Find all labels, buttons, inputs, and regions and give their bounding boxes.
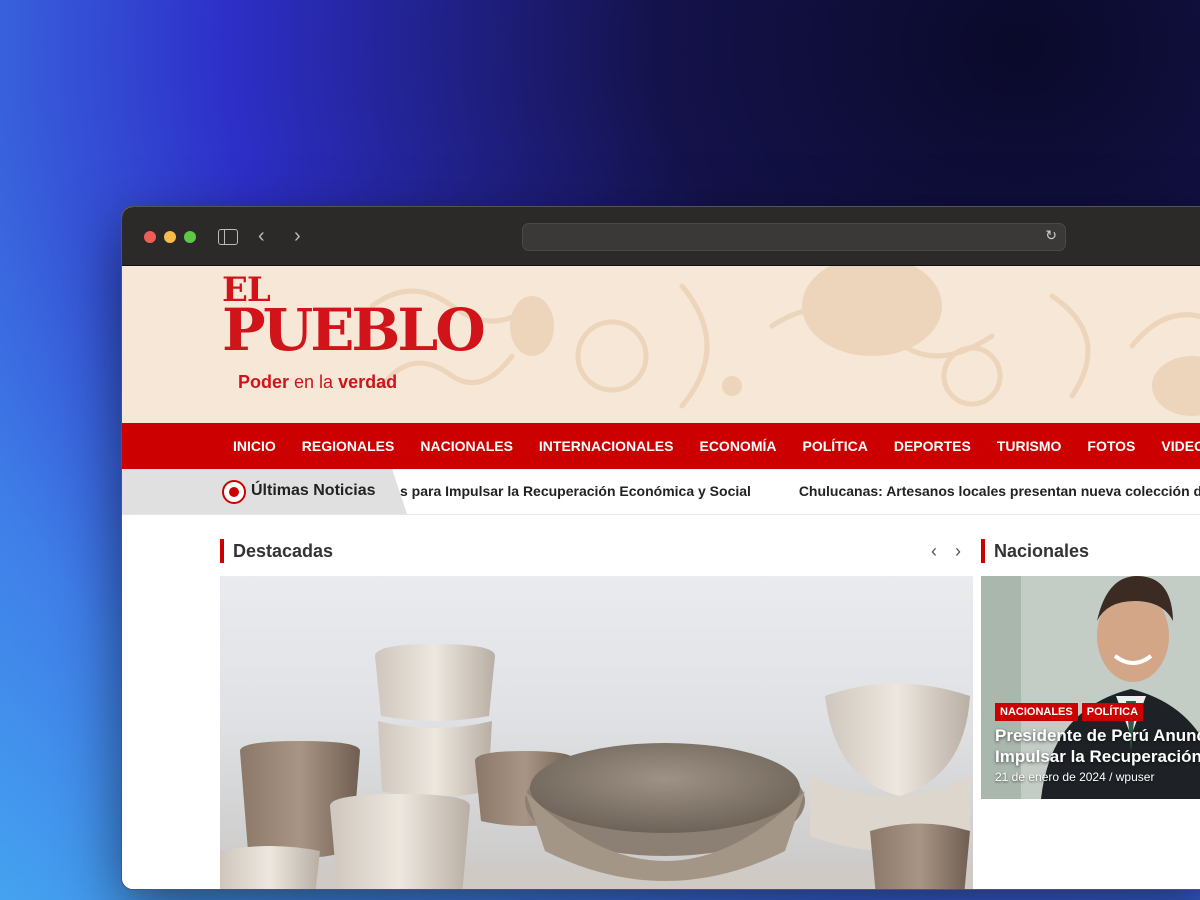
nav-item-nacionales[interactable]: NACIONALES (420, 438, 513, 454)
ticker-item[interactable]: Chulucanas: Artesanos locales presentan … (799, 483, 1200, 499)
logo-line2: PUEBLO (222, 296, 486, 364)
nacionales-section-title: Nacionales (994, 540, 1090, 561)
site-header: EL PUEBLO Poder en la verdad (122, 266, 1200, 423)
nacionales-card[interactable]: NACIONALES POLÍTICA Presidente de Perú A… (981, 576, 1200, 799)
live-dot-icon (222, 480, 246, 504)
nacionales-section-header: Nacionales (981, 539, 1089, 563)
nav-item-deportes[interactable]: DEPORTES (894, 438, 971, 454)
nav-item-internacionales[interactable]: INTERNACIONALES (539, 438, 674, 454)
chevron-right-icon[interactable]: › (294, 224, 301, 248)
chevron-left-icon[interactable]: ‹ (258, 224, 265, 248)
news-ticker: Últimas Noticias s para Impulsar la Recu… (122, 469, 1200, 515)
card-meta: 21 de enero de 2024 / wpuser (995, 770, 1155, 784)
ticker-track: s para Impulsar la Recuperación Económic… (400, 483, 1200, 499)
close-window-button[interactable] (144, 231, 156, 243)
featured-image[interactable] (220, 576, 973, 889)
nav-item-regionales[interactable]: REGIONALES (302, 438, 395, 454)
maximize-window-button[interactable] (184, 231, 196, 243)
sidebar-icon[interactable] (218, 229, 238, 245)
nav-item-fotos[interactable]: FOTOS (1087, 438, 1135, 454)
logo-tagline: Poder en la verdad (238, 372, 398, 392)
featured-section-header: Destacadas (220, 539, 333, 563)
section-accent-bar (220, 539, 224, 563)
featured-section-title: Destacadas (233, 540, 334, 561)
browser-toolbar: ‹ › ↻ (122, 207, 1200, 266)
card-tags: NACIONALES POLÍTICA (995, 703, 1147, 721)
ticker-item[interactable]: s para Impulsar la Recuperación Económic… (400, 483, 751, 499)
web-page: EL PUEBLO Poder en la verdad INICIO REGIO… (122, 266, 1200, 889)
tag-badge[interactable]: NACIONALES (995, 703, 1078, 721)
nav-item-inicio[interactable]: INICIO (233, 438, 276, 454)
section-accent-bar (981, 539, 985, 563)
ceramics-photo (220, 644, 973, 889)
browser-window: ‹ › ↻ EL PUEBLO Poder en la verdad INICI… (121, 206, 1200, 890)
ticker-title: Últimas Noticias (251, 482, 376, 499)
nav-item-economia[interactable]: ECONOMÍA (699, 438, 776, 454)
chevron-left-icon[interactable]: ‹ (922, 539, 946, 563)
minimize-window-button[interactable] (164, 231, 176, 243)
reload-icon[interactable]: ↻ (1045, 227, 1057, 244)
nav-item-turismo[interactable]: TURISMO (997, 438, 1062, 454)
slider-controls: ‹ › (922, 539, 970, 563)
site-logo[interactable]: EL PUEBLO Poder en la verdad (222, 270, 486, 400)
main-nav: INICIO REGIONALES NACIONALES INTERNACIONALE… (122, 423, 1200, 469)
card-title[interactable]: Presidente de Perú Anuncia Impulsar la R… (995, 725, 1200, 767)
tag-badge[interactable]: POLÍTICA (1081, 703, 1144, 721)
nav-item-politica[interactable]: POLÍTICA (802, 438, 867, 454)
nav-item-videos[interactable]: VIDEOS (1161, 438, 1200, 454)
chevron-right-icon[interactable]: › (946, 539, 970, 563)
main-content: Destacadas ‹ › Nacionales NACIONALES POL… (122, 515, 1200, 889)
address-bar[interactable]: ↻ (522, 223, 1066, 251)
